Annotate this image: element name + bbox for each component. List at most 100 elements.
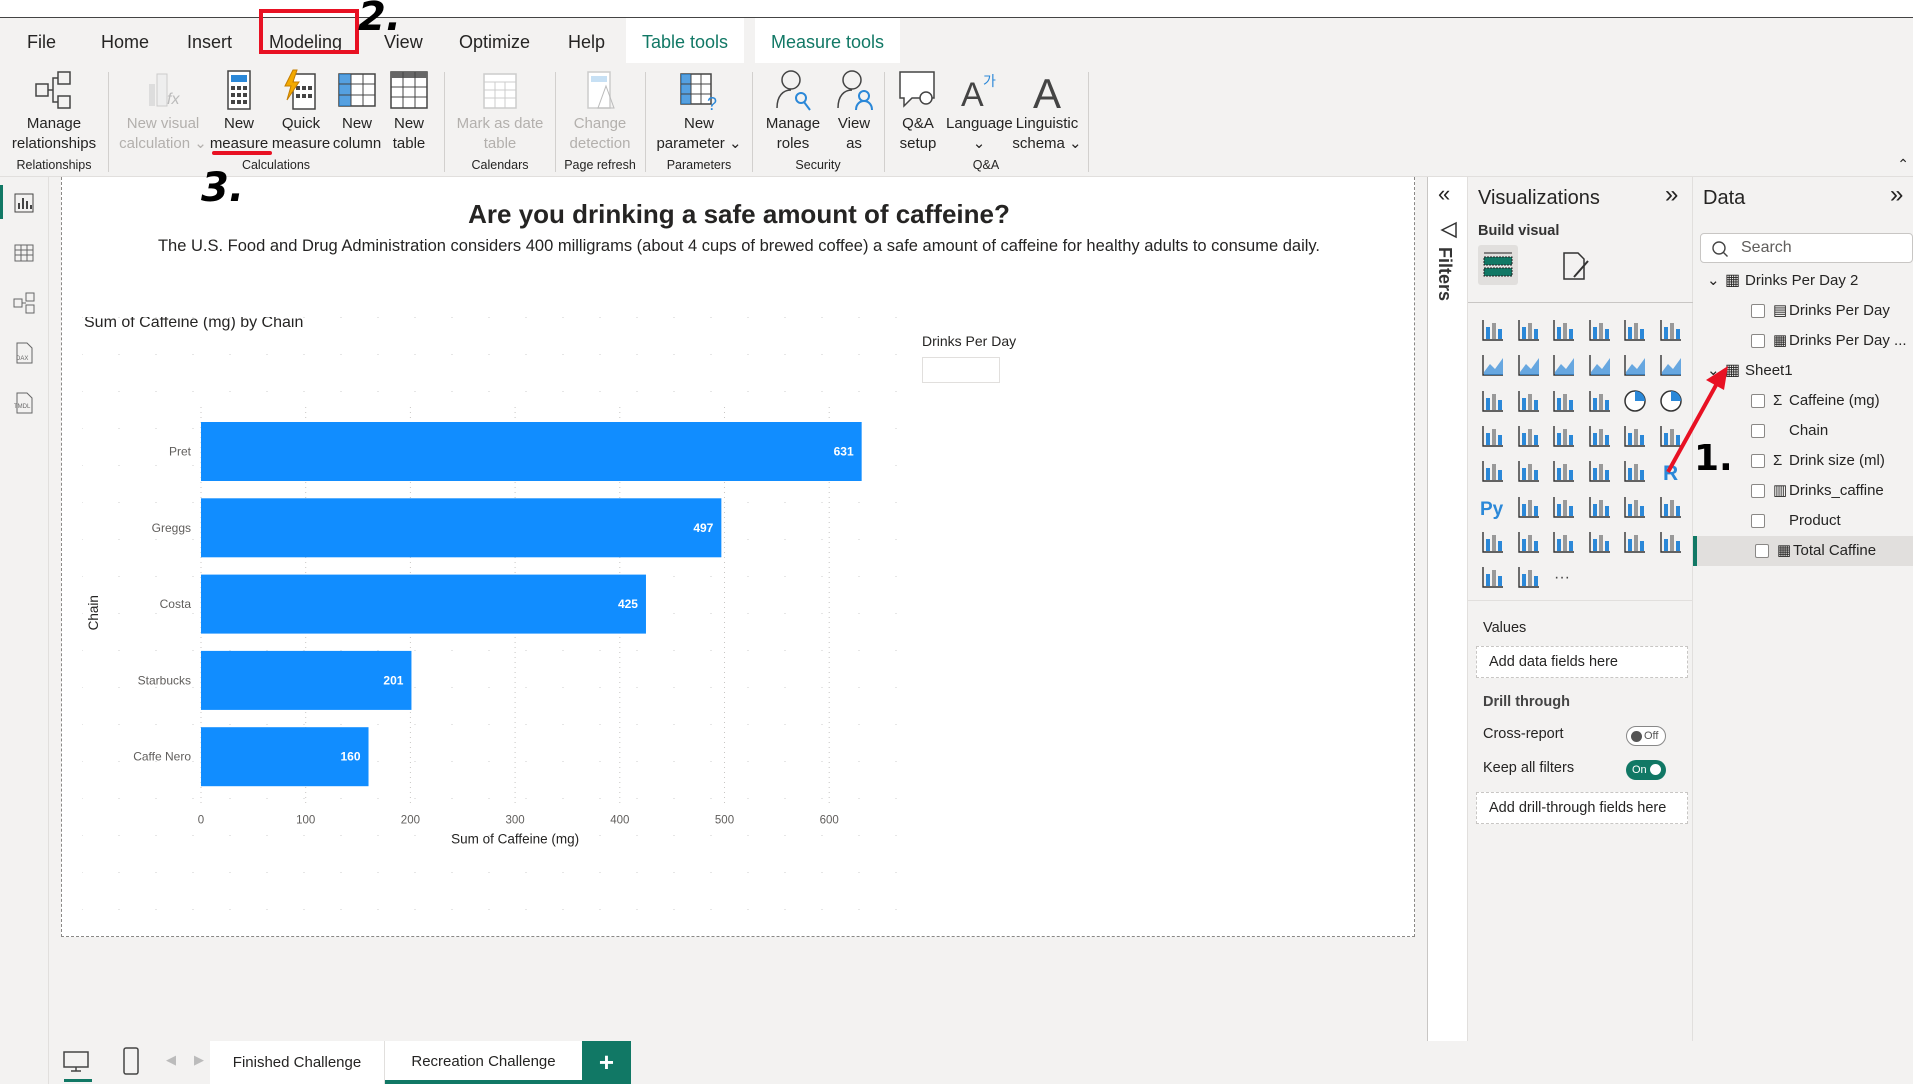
- waterfall-chart-icon[interactable]: [1516, 388, 1542, 414]
- language-button[interactable]: A가 Language ⌄: [946, 68, 1013, 154]
- change-detection-button[interactable]: Change detection: [560, 68, 640, 154]
- collapse-ribbon-icon[interactable]: ⌃: [1897, 156, 1909, 173]
- scroll-left-icon[interactable]: ◀: [166, 1052, 176, 1068]
- collapse-data-icon[interactable]: »: [1890, 181, 1903, 209]
- paginated-report-icon[interactable]: [1480, 529, 1506, 555]
- list-slicer-icon[interactable]: [1587, 529, 1613, 555]
- field-item[interactable]: ▥ Drinks_caffine: [1693, 476, 1913, 506]
- keep-all-filters-toggle[interactable]: On: [1626, 760, 1666, 780]
- more-icon[interactable]: ···: [1551, 564, 1577, 590]
- tab-table-tools[interactable]: Table tools: [626, 18, 745, 63]
- text-slicer-icon[interactable]: [1551, 529, 1577, 555]
- collapse-visualizations-icon[interactable]: »: [1665, 181, 1678, 209]
- format-visual-icon[interactable]: [1560, 249, 1594, 283]
- stacked-bar-chart-icon[interactable]: [1480, 317, 1506, 343]
- build-visual-tab[interactable]: [1478, 245, 1518, 285]
- mobile-layout-icon[interactable]: [121, 1046, 141, 1076]
- stacked-column-chart-icon[interactable]: [1516, 317, 1542, 343]
- tab-help[interactable]: Help: [558, 28, 615, 57]
- metrics-icon[interactable]: [1658, 494, 1684, 520]
- 100-stacked-bar-chart-icon[interactable]: [1622, 317, 1648, 343]
- clustered-bar-chart-icon[interactable]: [1551, 317, 1577, 343]
- tab-file[interactable]: File: [17, 28, 66, 57]
- power-automate-icon[interactable]: [1516, 564, 1542, 590]
- page-tab-finished-challenge[interactable]: Finished Challenge: [210, 1041, 385, 1084]
- line-clustered-column-chart-icon[interactable]: [1622, 352, 1648, 378]
- arcgis-map-icon[interactable]: [1658, 529, 1684, 555]
- key-influencers-icon[interactable]: [1516, 494, 1542, 520]
- values-drop-zone[interactable]: Add data fields here: [1476, 646, 1688, 678]
- new-parameter-button[interactable]: ? New parameter ⌄: [652, 68, 746, 154]
- manage-relationships-button[interactable]: Manage relationships: [8, 68, 100, 154]
- scroll-right-icon[interactable]: ▶: [194, 1052, 204, 1068]
- model-view-icon[interactable]: [10, 289, 38, 317]
- ribbon-chart-icon[interactable]: [1480, 388, 1506, 414]
- matrix-icon[interactable]: [1622, 458, 1648, 484]
- area-chart-icon[interactable]: [1516, 352, 1542, 378]
- cross-report-toggle[interactable]: Off: [1626, 726, 1666, 746]
- map-icon[interactable]: [1516, 423, 1542, 449]
- decomposition-tree-icon[interactable]: [1551, 494, 1577, 520]
- pie-chart-icon[interactable]: [1622, 388, 1648, 414]
- scatter-chart-icon[interactable]: [1587, 388, 1613, 414]
- field-item[interactable]: ▦ Drinks Per Day ...: [1693, 326, 1913, 356]
- button-slicer-icon[interactable]: [1516, 529, 1542, 555]
- field-item[interactable]: ▤ Drinks Per Day: [1693, 296, 1913, 326]
- bar-chart-visual[interactable]: Sum of Caffeine (mg) by Chain 0 100 200 300 4…: [82, 317, 982, 1017]
- table-drinks-per-day-2[interactable]: ⌄ ▦ Drinks Per Day 2: [1693, 266, 1913, 296]
- smart-narrative-icon[interactable]: [1622, 494, 1648, 520]
- view-as-button[interactable]: View as: [829, 68, 879, 154]
- field-checkbox[interactable]: [1751, 334, 1765, 348]
- tab-home[interactable]: Home: [91, 28, 159, 57]
- add-page-button[interactable]: +: [582, 1041, 631, 1084]
- drinks-per-day-slicer[interactable]: [922, 357, 1000, 383]
- qa-setup-button[interactable]: Q&A setup: [890, 68, 946, 154]
- manage-roles-button[interactable]: Manage roles: [757, 68, 829, 154]
- dax-query-view-icon[interactable]: DAX: [10, 339, 38, 367]
- shape-map-icon[interactable]: [1587, 423, 1613, 449]
- python-visual-icon[interactable]: Py: [1480, 494, 1506, 520]
- drill-through-drop-zone[interactable]: Add drill-through fields here: [1476, 792, 1688, 824]
- slicer-icon[interactable]: [1551, 458, 1577, 484]
- card-new-icon[interactable]: [1480, 458, 1506, 484]
- image-icon[interactable]: [1622, 529, 1648, 555]
- table-view-icon[interactable]: [10, 239, 38, 267]
- new-measure-button[interactable]: New measure: [208, 68, 270, 154]
- linguistic-schema-button[interactable]: A Linguistic schema ⌄: [1012, 68, 1082, 154]
- filled-map-icon[interactable]: [1551, 423, 1577, 449]
- field-checkbox[interactable]: [1751, 454, 1765, 468]
- kpi-icon[interactable]: [1516, 458, 1542, 484]
- page-tab-recreation-challenge[interactable]: Recreation Challenge: [385, 1041, 582, 1084]
- report-view-icon[interactable]: [10, 189, 38, 217]
- field-item[interactable]: Product: [1693, 506, 1913, 536]
- tab-measure-tools[interactable]: Measure tools: [755, 18, 901, 63]
- field-checkbox[interactable]: [1751, 484, 1765, 498]
- 100-stacked-area-chart-icon[interactable]: [1587, 352, 1613, 378]
- line-chart-icon[interactable]: [1480, 352, 1506, 378]
- treemap-icon[interactable]: [1480, 423, 1506, 449]
- tab-insert[interactable]: Insert: [177, 28, 242, 57]
- new-table-button[interactable]: New table: [384, 68, 434, 154]
- desktop-layout-icon[interactable]: [61, 1049, 91, 1075]
- field-checkbox[interactable]: [1755, 544, 1769, 558]
- expand-filters-icon[interactable]: «: [1438, 181, 1450, 207]
- quick-measure-button[interactable]: Quick measure: [270, 68, 332, 154]
- table-icon[interactable]: [1587, 458, 1613, 484]
- field-item[interactable]: ▦ Total Caffine: [1693, 536, 1913, 566]
- filters-pane-collapsed[interactable]: « Filters: [1427, 177, 1468, 1041]
- mark-as-date-table-button[interactable]: Mark as date table: [450, 68, 550, 154]
- tmdl-view-icon[interactable]: TMDL: [10, 389, 38, 417]
- field-checkbox[interactable]: [1751, 304, 1765, 318]
- 100-stacked-column-chart-icon[interactable]: [1658, 317, 1684, 343]
- field-checkbox[interactable]: [1751, 514, 1765, 528]
- power-apps-icon[interactable]: [1480, 564, 1506, 590]
- stacked-area-chart-icon[interactable]: [1551, 352, 1577, 378]
- data-search-input[interactable]: Search: [1700, 233, 1913, 263]
- azure-map-icon[interactable]: [1622, 423, 1648, 449]
- qa-visual-icon[interactable]: [1587, 494, 1613, 520]
- clustered-column-chart-icon[interactable]: [1587, 317, 1613, 343]
- chevron-down-icon[interactable]: ⌄: [1707, 266, 1720, 296]
- new-column-button[interactable]: New column: [332, 68, 382, 154]
- funnel-chart-icon[interactable]: [1551, 388, 1577, 414]
- new-visual-calculation-button[interactable]: fx New visual calculation ⌄: [118, 68, 208, 154]
